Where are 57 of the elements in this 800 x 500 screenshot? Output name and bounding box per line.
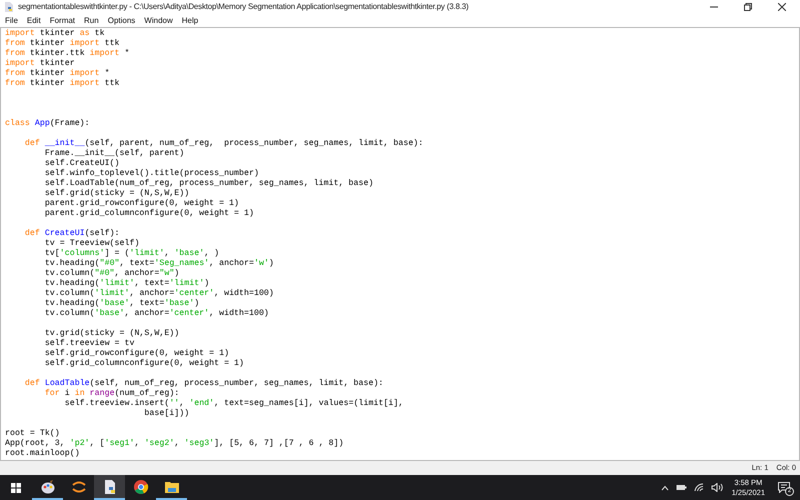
menu-item[interactable]: File: [5, 14, 18, 26]
code-line: from tkinter import ttk: [5, 39, 120, 49]
python-file-icon: [4, 2, 14, 12]
code-line: Frame.__init__(self, parent): [44, 149, 184, 159]
code-line: tv = Treeview(self): [44, 239, 140, 249]
code-line: import tkinter: [5, 59, 75, 69]
caret-up-icon[interactable]: [660, 484, 669, 490]
code-line: self.treeview = tv: [44, 339, 134, 349]
code-line: self.grid(sticky = (N,S,W,E)): [44, 189, 190, 199]
windows-logo-icon: [11, 482, 21, 492]
code-line: from tkinter import *: [5, 69, 110, 79]
menu-item[interactable]: Help: [182, 14, 198, 26]
browser-icon: [132, 478, 148, 494]
code-line: tv.column('base', anchor='center', width=100): [44, 309, 269, 319]
code-line: tv.grid(sticky = (N,S,W,E)): [44, 329, 180, 339]
menu-item[interactable]: Run: [84, 14, 99, 26]
speaker-icon[interactable]: [710, 483, 723, 492]
menu-item[interactable]: Window: [144, 14, 173, 26]
menu-item[interactable]: Edit: [26, 14, 41, 26]
taskbar-app-button[interactable]: [94, 475, 125, 500]
code-line: parent.grid_columnconfigure(0, weight = 1): [44, 209, 254, 219]
code-line: for i in range(num_of_reg):: [44, 389, 180, 399]
code-line: def __init__(self, parent, num_of_reg, process_number, seg_names, limit, base):: [24, 139, 424, 149]
code-line: App(root, 3, 'p2', ['seg1', 'seg2', 'seg3'], [5, 6, 7] ,[7 , 6 , 8]): [5, 439, 344, 449]
code-line: tv.heading('base', text='base'): [44, 299, 200, 309]
code-line: root = Tk(): [5, 429, 60, 439]
swirl-icon: [70, 478, 86, 494]
code-line: tv.column("#0", anchor="w"): [44, 269, 180, 279]
menu-item[interactable]: Options: [108, 14, 136, 26]
code-line: tv.column('limit', anchor='center', width=100): [44, 289, 274, 299]
code-line: base[i])): [143, 409, 190, 419]
code-line: self.winfo_toplevel().title(process_number): [44, 169, 259, 179]
battery-icon[interactable]: [676, 484, 687, 491]
code-line: def LoadTable(self, num_of_reg, process_number, seg_names, limit, base):: [24, 379, 384, 389]
code-line: self.grid_rowconfigure(0, weight = 1): [44, 349, 230, 359]
menu-item[interactable]: Format: [50, 14, 76, 26]
code-line: import tkinter as tk: [5, 29, 105, 39]
code-line: self.treeview.insert('', 'end', text=seg_names[i], values=(limit[i],: [64, 399, 404, 409]
code-line: parent.grid_rowconfigure(0, weight = 1): [44, 199, 240, 209]
code-line: from tkinter.ttk import *: [5, 49, 130, 59]
code-line: def CreateUI(self):: [24, 229, 120, 239]
restore-icon[interactable]: [744, 3, 752, 11]
palette-icon: [40, 478, 56, 494]
code-line: tv.heading('limit', text='limit'): [44, 279, 210, 289]
code-editor[interactable]: [0, 27, 800, 461]
code-line: tv.heading("#0", text='Seg_names', anchor='w'): [44, 259, 274, 269]
code-line: self.grid_columnconfigure(0, weight = 1): [44, 359, 244, 369]
speech-bubble-icon: [778, 482, 790, 493]
code-line: self.LoadTable(num_of_reg, process_number, seg_names, limit, base): [44, 179, 374, 189]
code-line: self.CreateUI(): [44, 159, 120, 169]
wifi-icon[interactable]: [694, 483, 704, 492]
close-icon[interactable]: [778, 3, 786, 11]
code-line: from tkinter import ttk: [5, 79, 120, 89]
code-line: tv['columns'] = ('limit', 'base', ): [44, 249, 220, 259]
code-line: root.mainloop(): [5, 449, 80, 459]
code-line: class App(Frame):: [5, 119, 90, 129]
window-title: segmentationtableswithtkinter.py - C:\Users\Aditya\Desktop\Memory Segmentation Application\segmentationtableswithtkinter.py (3.8.3): [18, 1, 468, 13]
